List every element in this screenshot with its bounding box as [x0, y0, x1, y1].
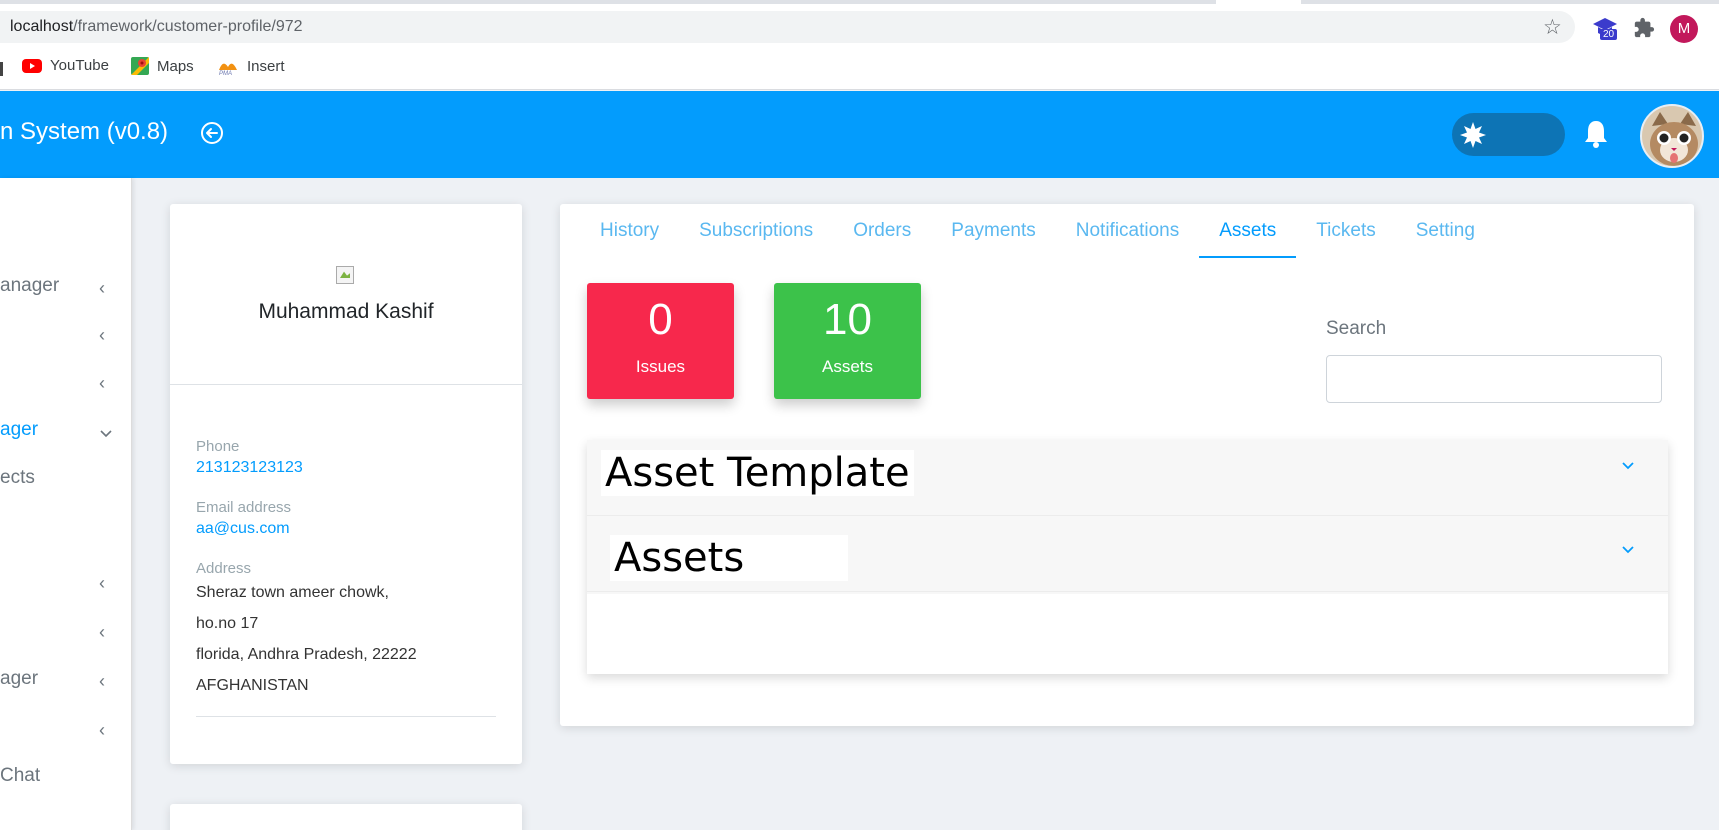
sidebar-item-chat[interactable]: Chat: [0, 761, 131, 791]
assets-count: 10: [823, 295, 872, 344]
search-label: Search: [1326, 318, 1387, 339]
chevron-left-icon: ‹: [99, 671, 105, 691]
accordion-title: Asset Template: [601, 450, 914, 496]
url-text[interactable]: localhost/framework/customer-profile/972: [10, 18, 303, 36]
divider: [196, 716, 496, 717]
sidebar-item-label: ager: [0, 668, 39, 689]
bookmark-label: Maps: [157, 57, 194, 75]
cat-photo-icon: [1642, 106, 1702, 166]
bookmark-label: YouTube: [50, 57, 109, 74]
sidebar-item-label: ager: [0, 419, 39, 440]
accordion-header-assets[interactable]: Assets: [587, 516, 1668, 592]
email-label: Email address: [196, 499, 292, 516]
address-line: Sheraz town ameer chowk,: [196, 584, 389, 601]
assets-label: Assets: [821, 357, 874, 376]
chevron-left-icon: ‹: [99, 278, 105, 298]
accordion-header-asset-template[interactable]: Asset Template: [587, 440, 1668, 516]
phone-label: Phone: [196, 438, 240, 455]
chevron-left-icon: ‹: [99, 325, 105, 345]
bookmark-youtube[interactable]: YouTube: [22, 57, 109, 74]
customer-detail-card: History Subscriptions Orders Payments No…: [560, 204, 1694, 726]
notification-bell-icon[interactable]: [1581, 118, 1611, 150]
address-line: AFGHANISTAN: [196, 677, 309, 694]
address-bar[interactable]: localhost/framework/customer-profile/972…: [0, 11, 1575, 43]
sidebar-item[interactable]: ‹: [0, 566, 131, 596]
app-header: n System (v0.8): [0, 91, 1719, 178]
accordion-body: [587, 594, 1668, 674]
sidebar-item-label: Chat: [0, 765, 41, 786]
browser-profile-avatar[interactable]: M: [1670, 15, 1698, 43]
app-title: n System (v0.8): [0, 118, 169, 145]
issues-stat-tile[interactable]: 0 Issues: [587, 283, 734, 399]
profile-header: [170, 204, 522, 385]
phone-info: Phone 213123123123: [196, 438, 303, 477]
sidebar-item-label: ects: [0, 467, 35, 488]
extension-badge: 20: [1600, 29, 1618, 40]
bookmark-overflow-stub: [0, 62, 3, 76]
user-avatar[interactable]: [1640, 104, 1704, 168]
collapse-sidebar-icon[interactable]: [199, 120, 225, 146]
address-line: ho.no 17: [196, 615, 259, 632]
customer-profile-card: Muhammad Kashif Phone 213123123123 Email…: [170, 204, 522, 764]
bookmark-insert[interactable]: PMA Insert: [217, 57, 285, 75]
chevron-down-icon[interactable]: [1622, 462, 1634, 470]
browser-toolbar: localhost/framework/customer-profile/972…: [0, 4, 1719, 48]
sidebar-subitem-projects[interactable]: ects: [0, 463, 131, 493]
sidebar-item[interactable]: ‹: [0, 713, 131, 743]
bookmark-label: Insert: [247, 57, 285, 75]
tab-payments[interactable]: Payments: [931, 204, 1055, 258]
bookmarks-bar: YouTube Maps PMA Insert: [0, 48, 1719, 90]
assets-accordion: Asset Template Assets: [587, 440, 1668, 674]
chevron-left-icon: ‹: [99, 573, 105, 593]
accordion-title: Assets: [610, 535, 848, 581]
sidebar-item[interactable]: ‹: [0, 615, 131, 645]
search-input[interactable]: [1326, 355, 1662, 403]
chevron-left-icon: ‹: [99, 622, 105, 642]
pma-icon: PMA: [219, 63, 237, 75]
sidebar: anager ‹ ‹ ‹ ager ects ‹ ‹ ager ‹ ‹ Chat: [0, 178, 132, 830]
customer-name: Muhammad Kashif: [258, 300, 434, 323]
address-label: Address: [196, 560, 252, 577]
chevron-down-icon[interactable]: [1622, 546, 1634, 554]
chevron-down-icon: [100, 430, 112, 438]
email-info: Email address aa@cus.com: [196, 499, 291, 538]
svg-text:PMA: PMA: [219, 71, 232, 75]
sun-icon: [1460, 122, 1486, 148]
email-link[interactable]: aa@cus.com: [196, 520, 291, 538]
youtube-icon: [22, 58, 42, 73]
sidebar-item-label: anager: [0, 275, 60, 296]
tab-notifications[interactable]: Notifications: [1056, 204, 1200, 258]
phone-link[interactable]: 213123123123: [196, 459, 303, 477]
issues-label: Issues: [635, 357, 686, 376]
maps-icon: [131, 57, 149, 75]
bookmark-maps[interactable]: Maps: [131, 57, 194, 75]
bookmark-star-icon[interactable]: ☆: [1543, 15, 1562, 39]
tab-history[interactable]: History: [580, 204, 679, 258]
tab-setting[interactable]: Setting: [1396, 204, 1495, 258]
chevron-left-icon: ‹: [99, 373, 105, 393]
sidebar-item[interactable]: ‹: [0, 318, 131, 348]
address-info: Address Sheraz town ameer chowk, ho.no 1…: [196, 560, 417, 701]
detail-tabs: History Subscriptions Orders Payments No…: [580, 204, 1495, 258]
sidebar-item-manager-2[interactable]: ager ‹: [0, 664, 131, 694]
sidebar-item-manager[interactable]: anager ‹: [0, 271, 131, 301]
address-line: florida, Andhra Pradesh, 22222: [196, 646, 417, 663]
profile-image-icon: [336, 266, 354, 284]
tab-assets[interactable]: Assets: [1199, 204, 1297, 258]
sidebar-item[interactable]: ‹: [0, 366, 131, 396]
issues-count: 0: [648, 295, 673, 344]
tab-tickets[interactable]: Tickets: [1296, 204, 1395, 258]
secondary-card: [170, 804, 522, 830]
chevron-left-icon: ‹: [99, 720, 105, 740]
tab-orders[interactable]: Orders: [833, 204, 931, 258]
assets-stat-tile[interactable]: 10 Assets: [774, 283, 921, 399]
extensions-puzzle-icon[interactable]: [1633, 17, 1655, 39]
theme-toggle[interactable]: [1452, 113, 1565, 156]
tab-subscriptions[interactable]: Subscriptions: [679, 204, 833, 258]
sidebar-item-customer-manager[interactable]: ager: [0, 415, 131, 445]
